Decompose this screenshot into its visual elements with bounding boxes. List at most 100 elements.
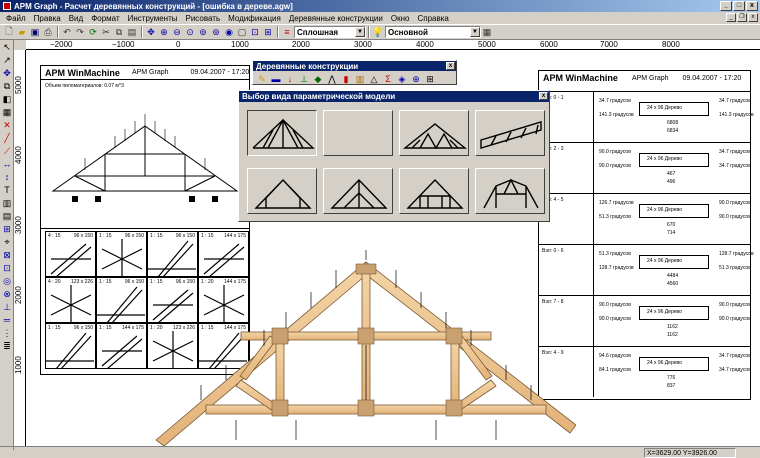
ortho-icon[interactable]: ═ (1, 314, 13, 326)
paste-icon[interactable]: ▤ (126, 26, 138, 38)
menu-file[interactable]: Файл (2, 14, 30, 23)
zoom-all-icon[interactable]: ⊚ (197, 26, 209, 38)
beam-icon[interactable]: ▬ (270, 73, 282, 85)
menu-format[interactable]: Формат (87, 14, 123, 23)
zoom-extents-icon[interactable]: ◉ (223, 26, 235, 38)
move-icon[interactable]: ✥ (1, 67, 13, 79)
line-icon[interactable]: ╱ (1, 132, 13, 144)
truss-icon[interactable]: ⋀ (326, 73, 338, 85)
doc-restore-button[interactable]: ❐ (737, 13, 747, 22)
menu-edit[interactable]: Правка (30, 14, 65, 23)
node-edit-icon[interactable]: ↗ (1, 54, 13, 66)
support-icon[interactable]: ⊥ (298, 73, 310, 85)
grid-icon[interactable]: ⊡ (249, 26, 261, 38)
cut-icon[interactable]: ✂ (100, 26, 112, 38)
detail-cell[interactable]: 1 : 15 96 x 150 (96, 231, 147, 277)
zoom-out-icon[interactable]: ⊖ (171, 26, 183, 38)
truss-type-button[interactable] (475, 110, 545, 156)
menu-tools[interactable]: Инструменты (124, 14, 182, 23)
globe-icon[interactable]: ⊕ (410, 73, 422, 85)
menu-view[interactable]: Вид (65, 14, 87, 23)
pencil-icon[interactable]: ✎ (256, 73, 268, 85)
chevron-down-icon[interactable]: ▼ (355, 27, 365, 37)
truss-type-button[interactable] (323, 168, 393, 214)
close-button[interactable]: x (746, 1, 758, 11)
menu-draw[interactable]: Рисовать (182, 14, 225, 23)
select-icon[interactable]: ↖ (1, 41, 13, 53)
detail-cell[interactable]: 4 : 20 123 x 226 (45, 277, 96, 323)
new-file-icon[interactable]: 🗋 (3, 26, 15, 38)
polyline-icon[interactable]: ⟋ (1, 145, 13, 157)
dim-horizontal-icon[interactable]: ↔ (1, 158, 13, 170)
section-icon[interactable]: ▮ (340, 73, 352, 85)
truss-type-button[interactable] (475, 168, 545, 214)
detail-cell[interactable]: 1 : 15 96 x 150 (96, 277, 147, 323)
truss-type-button[interactable] (247, 168, 317, 214)
close-icon[interactable]: x (446, 62, 455, 70)
mirror-icon[interactable]: ◧ (1, 93, 13, 105)
member-row[interactable]: Вэл: 4 - 5 126.7 градусов 51.3 градусов 90.… (539, 193, 751, 244)
menu-window[interactable]: Окно (387, 14, 414, 23)
copy-object-icon[interactable]: ⧉ (1, 80, 13, 92)
truss-type-button[interactable] (399, 110, 469, 156)
maximize-button[interactable]: □ (733, 1, 745, 11)
node-icon[interactable]: ◆ (312, 73, 324, 85)
load-icon[interactable]: ↓ (284, 73, 296, 85)
detail-cell[interactable]: 1 : 15 96 x 150 (45, 323, 96, 369)
save-icon[interactable]: ▣ (29, 26, 41, 38)
pan-icon[interactable]: ✥ (145, 26, 157, 38)
chevron-down-icon[interactable]: ▼ (470, 27, 480, 37)
zoom-in-icon[interactable]: ⊕ (158, 26, 170, 38)
print-icon[interactable]: ⎙ (42, 26, 54, 38)
refresh-icon[interactable]: ⟳ (87, 26, 99, 38)
menu-modify[interactable]: Модификация (224, 14, 285, 23)
zoom-fit-icon[interactable]: ▢ (236, 26, 248, 38)
layer-select[interactable]: Основной ▼ (385, 26, 481, 38)
truss-main-drawing[interactable] (146, 250, 576, 446)
snap-mid-icon[interactable]: ⊡ (1, 262, 13, 274)
doc-minimize-button[interactable]: _ (726, 13, 736, 22)
minimize-button[interactable]: _ (720, 1, 732, 11)
truss-type-button[interactable] (247, 110, 317, 156)
detail-cell[interactable]: 1 : 15 144 x 175 (96, 323, 147, 369)
detail-cell[interactable]: 4 : 15 96 x 150 (45, 231, 96, 277)
doc-close-button[interactable]: x (748, 13, 758, 22)
linetype-select[interactable]: Сплошная ▼ (294, 26, 366, 38)
hatch-icon[interactable]: ▥ (1, 197, 13, 209)
results-icon[interactable]: ◈ (396, 73, 408, 85)
zoom-prev-icon[interactable]: ⊛ (210, 26, 222, 38)
layer-manager-icon[interactable]: ▦ (481, 26, 493, 38)
undo-icon[interactable]: ↶ (61, 26, 73, 38)
array-icon[interactable]: ▦ (1, 106, 13, 118)
delete-icon[interactable]: ✕ (1, 119, 13, 131)
table-icon[interactable]: ▤ (1, 210, 13, 222)
triangle-icon[interactable]: △ (368, 73, 380, 85)
material-icon[interactable]: ▥ (354, 73, 366, 85)
zoom-window-icon[interactable]: ⊙ (184, 26, 196, 38)
member-row[interactable]: Вэл: 2 - 3 90.0 градусов 90.0 градусов 34.7… (539, 142, 751, 193)
menu-help[interactable]: Справка (413, 14, 452, 23)
text-icon[interactable]: T (1, 184, 13, 196)
close-icon[interactable]: x (539, 92, 548, 100)
open-folder-icon[interactable]: ▰ (16, 26, 28, 38)
drawing-canvas[interactable]: APM WinMachine APM Graph 09.04.2007 - 17… (26, 50, 760, 446)
calc-icon[interactable]: Σ (382, 73, 394, 85)
snap-perp-icon[interactable]: ⊥ (1, 301, 13, 313)
measure-icon[interactable]: ⌖ (1, 236, 13, 248)
grid-view-icon[interactable]: ⊞ (424, 73, 436, 85)
truss-type-button[interactable] (399, 168, 469, 214)
line-color-icon[interactable]: ≡ (281, 26, 293, 38)
snap-intersect-icon[interactable]: ⊗ (1, 288, 13, 300)
truss-type-button[interactable] (323, 110, 393, 156)
dim-vertical-icon[interactable]: ↕ (1, 171, 13, 183)
snap-end-icon[interactable]: ⊠ (1, 249, 13, 261)
copy-icon[interactable]: ⧉ (113, 26, 125, 38)
layer-icon[interactable]: ≣ (1, 340, 13, 352)
snap-center-icon[interactable]: ◎ (1, 275, 13, 287)
bulb-icon[interactable]: 💡 (372, 26, 384, 38)
menu-wood[interactable]: Деревянные конструкции (285, 14, 387, 23)
snap-icon[interactable]: ⊞ (262, 26, 274, 38)
member-row[interactable]: Вэл: 0 - 1 34.7 градусов 141.3 градусов 34.… (539, 91, 754, 142)
snap-grid-icon[interactable]: ⋮ (1, 327, 13, 339)
block-icon[interactable]: ⊞ (1, 223, 13, 235)
